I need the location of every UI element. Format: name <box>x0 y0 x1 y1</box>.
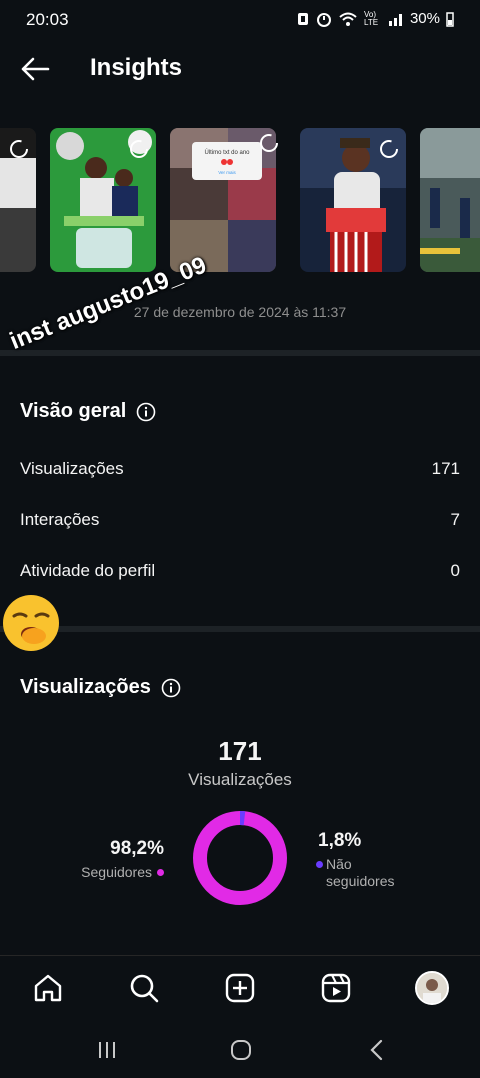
back-button[interactable] <box>18 52 52 86</box>
nav-create[interactable] <box>222 970 258 1006</box>
metric-value: 0 <box>450 561 460 580</box>
recents-icon <box>99 1042 115 1058</box>
reels-icon <box>321 973 351 1003</box>
nav-search[interactable] <box>126 970 162 1006</box>
system-navigation <box>0 1021 480 1078</box>
overview-title: Visão geral <box>20 400 156 423</box>
nav-profile[interactable] <box>414 970 450 1006</box>
story-loading-icon <box>380 140 398 158</box>
non-followers-percent: 1,8% <box>318 830 362 851</box>
status-bar: 20:03 Vo) LTE 30% <box>0 0 480 40</box>
story-thumbnail-5[interactable] <box>420 128 480 272</box>
donut-followers-ring <box>193 811 287 905</box>
signal-icon <box>388 13 402 26</box>
alarm-icon <box>316 12 331 27</box>
battery-percent: 30% <box>409 10 440 27</box>
story-card-title: Último txt do ano <box>204 149 250 156</box>
battery-icon <box>446 11 454 27</box>
profile-avatar <box>415 971 449 1005</box>
followers-percent: 98,2% <box>110 838 164 859</box>
story-image <box>420 128 480 272</box>
info-icon[interactable] <box>161 678 181 698</box>
header: Insights <box>0 40 480 98</box>
recents-button[interactable] <box>90 1033 124 1067</box>
bottom-navigation <box>0 955 480 1022</box>
followers-legend: Seguidores <box>81 864 164 880</box>
section-divider <box>0 626 480 632</box>
page-title: Insights <box>90 54 183 81</box>
nav-reels[interactable] <box>318 970 354 1006</box>
back-system-button[interactable] <box>360 1033 394 1067</box>
notification-icon <box>297 12 308 25</box>
info-icon[interactable] <box>136 402 156 422</box>
views-title-text: Visualizações <box>20 676 151 698</box>
story-loading-icon <box>130 140 148 158</box>
metric-label: Visualizações <box>20 459 124 478</box>
wifi-icon <box>339 12 357 26</box>
back-chevron-icon <box>370 1039 383 1061</box>
section-divider <box>0 350 480 356</box>
network-label: Vo) LTE <box>363 9 379 27</box>
yawning-emoji-icon <box>3 595 59 651</box>
followers-label: Seguidores <box>81 864 152 880</box>
status-time: 20:03 <box>26 10 69 29</box>
views-total: 171 <box>218 736 262 766</box>
search-icon <box>130 974 159 1003</box>
metric-value: 7 <box>450 510 460 529</box>
home-system-button[interactable] <box>224 1033 258 1067</box>
story-card-button: Ver mais <box>218 170 236 175</box>
non-followers-dot <box>316 861 323 868</box>
non-followers-legend: Não seguidores <box>316 856 416 890</box>
metric-row-interactions[interactable]: Interações 7 <box>20 505 460 535</box>
followers-dot <box>157 868 164 876</box>
nav-home[interactable] <box>30 970 66 1006</box>
non-followers-label: Não seguidores <box>326 856 395 889</box>
create-icon <box>225 973 255 1003</box>
back-arrow-icon <box>21 57 50 81</box>
overview-title-text: Visão geral <box>20 400 127 422</box>
metric-row-views[interactable]: Visualizações 171 <box>20 454 460 484</box>
metric-label: Atividade do perfil <box>20 561 156 580</box>
metric-row-profile-activity[interactable]: Atividade do perfil 0 <box>20 556 460 586</box>
story-loading-icon <box>260 134 278 152</box>
status-icons: Vo) LTE 30% <box>296 10 454 27</box>
story-loading-icon <box>10 140 28 158</box>
story-carousel[interactable]: Último txt do ano Ver mais <box>0 122 480 278</box>
home-circle-icon <box>231 1040 251 1060</box>
views-title: Visualizações <box>20 676 181 699</box>
views-donut-chart <box>193 811 287 905</box>
home-icon <box>34 974 62 1002</box>
metric-label: Interações <box>20 510 100 529</box>
metric-value: 171 <box>431 459 460 478</box>
views-total-label: Visualizações <box>188 770 292 789</box>
